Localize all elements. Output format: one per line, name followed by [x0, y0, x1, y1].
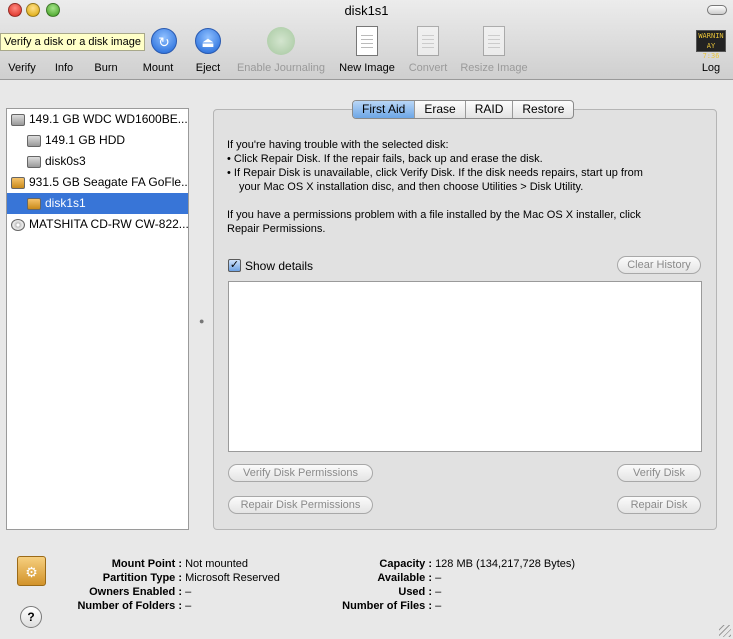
help-button[interactable]: ? [20, 606, 42, 628]
sidebar-item-label: disk0s3 [45, 154, 86, 168]
toolbar: disk1s1 Verify Info Burn ↻ Mount ⏏ Eject… [0, 0, 733, 80]
mount-icon: ↻ [151, 28, 177, 54]
tab-erase[interactable]: Erase [415, 101, 466, 118]
journaling-icon [267, 27, 295, 55]
instructions-bullet-1: • Click Repair Disk. If the repair fails… [227, 153, 543, 165]
sidebar-item-label: 149.1 GB HDD [45, 133, 126, 147]
convert-label: Convert [408, 62, 448, 74]
mount-point-value: Not mounted [185, 558, 249, 570]
split-view-handle[interactable]: ● [199, 316, 204, 326]
sidebar-item-disk0s3[interactable]: disk0s3 [7, 151, 188, 172]
permissions-text-line-1: If you have a permissions problem with a… [227, 209, 641, 221]
repair-disk-button[interactable]: Repair Disk [617, 496, 701, 514]
optical-drive-icon [11, 218, 25, 231]
instructions-intro: If you're having trouble with the select… [227, 139, 449, 151]
tab-restore[interactable]: Restore [513, 101, 573, 118]
info-right-column: Capacity : 128 MB (134,217,728 Bytes) Av… [320, 557, 575, 613]
tab-first-aid[interactable]: First Aid [353, 101, 416, 118]
tab-raid[interactable]: RAID [466, 101, 514, 118]
resize-image-label: Resize Image [460, 62, 528, 74]
instructions-bullet-2: • If Repair Disk is unavailable, click V… [227, 167, 643, 179]
mount-point-label: Mount Point : [111, 558, 182, 570]
sidebar-item-wdc-disk[interactable]: 149.1 GB WDC WD1600BE... [7, 109, 188, 130]
available-value: – [435, 572, 442, 584]
number-of-files-value: – [435, 600, 442, 612]
bullet-1-text: Click Repair Disk. If the repair fails, … [233, 153, 543, 165]
disk-list[interactable]: 149.1 GB WDC WD1600BE... 149.1 GB HDD di… [6, 108, 189, 530]
sidebar-item-disk1s1[interactable]: disk1s1 [7, 193, 188, 214]
sidebar-item-label: MATSHITA CD-RW CW-822... [29, 217, 188, 231]
sidebar-item-seagate-disk[interactable]: 931.5 GB Seagate FA GoFle... [7, 172, 188, 193]
partition-type-value: Microsoft Reserved [185, 572, 280, 584]
available-label: Available : [377, 572, 432, 584]
convert-button[interactable]: Convert [406, 24, 450, 74]
sidebar-item-label: disk1s1 [45, 196, 86, 210]
used-label: Used : [398, 586, 432, 598]
tab-bar: First Aid Erase RAID Restore [352, 100, 575, 119]
sidebar-item-label: 931.5 GB Seagate FA GoFle... [29, 175, 188, 189]
external-disk-icon [11, 176, 25, 189]
verify-label: Verify [8, 62, 36, 74]
internal-disk-icon [11, 113, 25, 126]
sidebar-item-hdd-volume[interactable]: 149.1 GB HDD [7, 130, 188, 151]
used-value: – [435, 586, 442, 598]
volume-icon [27, 155, 41, 168]
disk-utility-window: disk1s1 Verify Info Burn ↻ Mount ⏏ Eject… [0, 0, 733, 639]
window-title: disk1s1 [344, 3, 389, 18]
capacity-value: 128 MB (134,217,728 Bytes) [435, 558, 576, 570]
capacity-label: Capacity : [379, 558, 432, 570]
info-left-column: Mount Point : Not mounted Partition Type… [60, 557, 280, 613]
log-icon: WARNIN AY 7:36 [696, 30, 726, 60]
verify-disk-button[interactable]: Verify Disk [617, 464, 701, 482]
burn-label: Burn [94, 62, 118, 74]
first-aid-instructions: If you're having trouble with the select… [227, 138, 697, 194]
log-icon-text-line-1: WARNIN [698, 32, 724, 40]
resize-image-icon [483, 26, 505, 56]
show-details-label: Show details [245, 259, 314, 273]
mount-label: Mount [142, 62, 174, 74]
log-icon-text-line-2: AY 7:36 [702, 42, 720, 60]
owners-enabled-label: Owners Enabled : [89, 586, 182, 598]
resize-image-button[interactable]: Resize Image [459, 24, 529, 74]
toolbar-toggle-button[interactable] [707, 5, 727, 15]
clear-history-button[interactable]: Clear History [617, 256, 701, 274]
eject-label: Eject [195, 62, 221, 74]
sidebar-item-cd-drive[interactable]: MATSHITA CD-RW CW-822... [7, 214, 188, 235]
new-image-icon [356, 26, 378, 56]
number-of-folders-value: – [185, 600, 192, 612]
details-log-area[interactable] [228, 281, 702, 452]
permissions-instructions: If you have a permissions problem with a… [227, 208, 697, 236]
show-details-checkbox[interactable]: ✓ [228, 259, 241, 272]
verify-tooltip: Verify a disk or a disk image [0, 33, 145, 51]
log-label: Log [701, 62, 721, 74]
enable-journaling-label: Enable Journaling [236, 62, 326, 74]
bullet-2-text: If Repair Disk is unavailable, click Ver… [233, 167, 643, 179]
volume-icon [27, 134, 41, 147]
info-label: Info [54, 62, 74, 74]
external-volume-icon [27, 197, 41, 210]
new-image-button[interactable]: New Image [338, 24, 396, 74]
eject-button[interactable]: ⏏ Eject [192, 24, 224, 74]
enable-journaling-button[interactable]: Enable Journaling [234, 24, 328, 74]
sidebar-item-label: 149.1 GB WDC WD1600BE... [29, 112, 188, 126]
convert-icon [417, 26, 439, 56]
number-of-files-label: Number of Files : [342, 600, 432, 612]
permissions-text-line-2: Repair Permissions. [227, 223, 326, 235]
bullet-2-text-continued: your Mac OS X installation disc, and the… [239, 181, 584, 193]
resize-grip[interactable] [719, 625, 731, 637]
eject-icon: ⏏ [195, 28, 221, 54]
usb-drive-icon: ⚙ [17, 556, 46, 586]
repair-disk-permissions-button[interactable]: Repair Disk Permissions [228, 496, 373, 514]
owners-enabled-value: – [185, 586, 192, 598]
partition-type-label: Partition Type : [102, 572, 182, 584]
verify-disk-permissions-button[interactable]: Verify Disk Permissions [228, 464, 373, 482]
new-image-label: New Image [339, 62, 395, 74]
number-of-folders-label: Number of Folders : [77, 600, 182, 612]
log-button[interactable]: WARNIN AY 7:36 Log [695, 24, 727, 74]
